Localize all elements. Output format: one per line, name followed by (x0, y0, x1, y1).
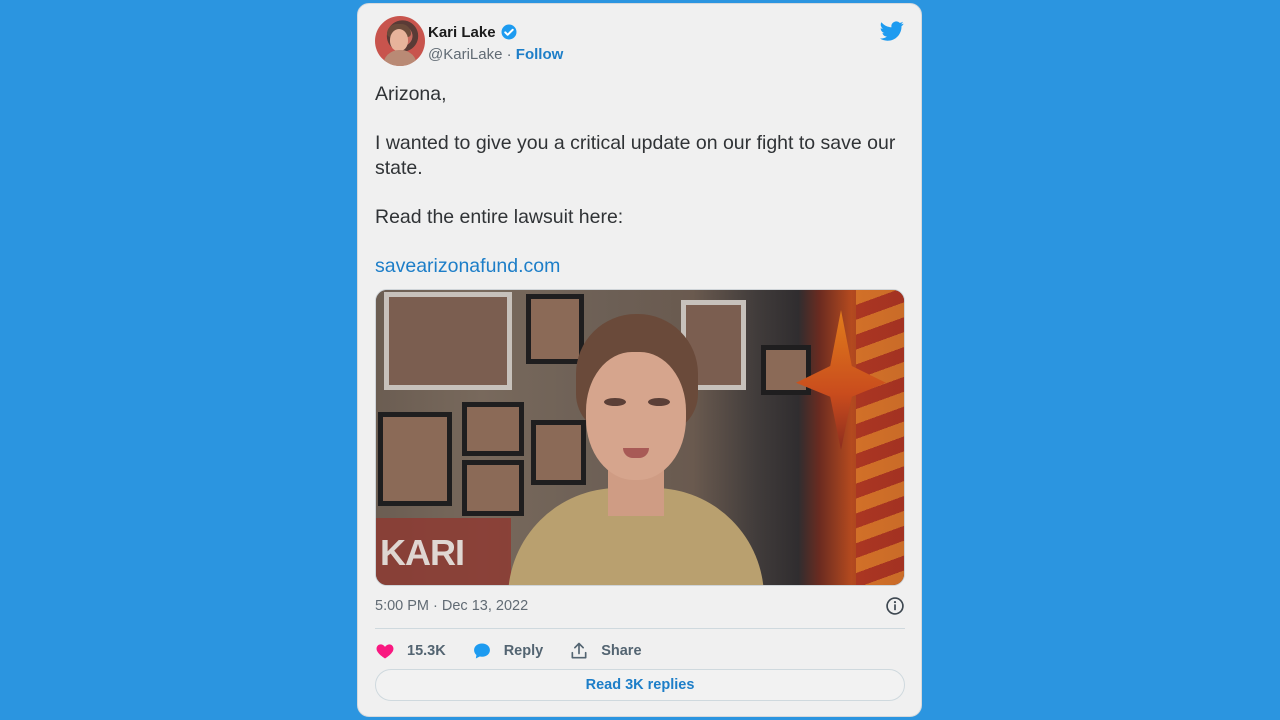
author-name-row: Kari Lake (428, 23, 518, 41)
twitter-bird-icon[interactable] (879, 19, 905, 43)
reply-bubble-icon (473, 643, 490, 659)
tweet-text-line: Arizona, (375, 83, 447, 105)
divider (375, 628, 905, 629)
speaker-eye (604, 398, 626, 406)
tweet-text-line: Read the entire lawsuit here: (375, 206, 624, 228)
tweet-text-line: I wanted to give you a critical update o… (375, 132, 896, 179)
handle-row: @KariLake · Follow (428, 46, 563, 63)
tweet-text: Arizona, I wanted to give you a critical… (375, 82, 905, 303)
like-count: 15.3K (407, 643, 446, 659)
heart-icon (376, 644, 394, 659)
handle-separator: · (502, 46, 516, 63)
avatar[interactable] (375, 16, 425, 66)
background-frame (384, 292, 512, 390)
background-frame (378, 412, 452, 506)
verified-badge-icon (501, 24, 517, 40)
info-icon[interactable] (885, 596, 905, 616)
background-frame (531, 420, 586, 485)
author-handle[interactable]: @KariLake (428, 46, 502, 63)
like-button[interactable]: 15.3K (375, 641, 446, 661)
background-frame (526, 294, 584, 364)
tweet-actions: 15.3K Reply Share (375, 639, 668, 663)
follow-link[interactable]: Follow (516, 46, 564, 63)
tweet-timestamp[interactable]: 5:00 PM · Dec 13, 2022 (375, 598, 528, 614)
share-icon (571, 642, 587, 659)
background-frame (462, 402, 524, 456)
share-button[interactable]: Share (569, 641, 642, 661)
author-name[interactable]: Kari Lake (428, 24, 496, 41)
share-label: Share (601, 643, 642, 659)
tweet-card: Kari Lake @KariLake · Follow Arizona, I … (357, 3, 922, 717)
background-frame (761, 345, 811, 395)
campaign-sign: KARI LAKE (376, 518, 511, 585)
reply-button[interactable]: Reply (472, 641, 544, 661)
read-replies-button[interactable]: Read 3K replies (375, 669, 905, 701)
tweet-video[interactable]: KARI LAKE (375, 289, 905, 586)
flag-rays (856, 290, 904, 585)
speaker-eye (648, 398, 670, 406)
tweet-link[interactable]: savearizonafund.com (375, 254, 905, 279)
tweet-header: Kari Lake @KariLake · Follow (375, 16, 905, 70)
speaker-face (586, 352, 686, 480)
background-frame (462, 460, 524, 516)
reply-label: Reply (503, 643, 544, 659)
